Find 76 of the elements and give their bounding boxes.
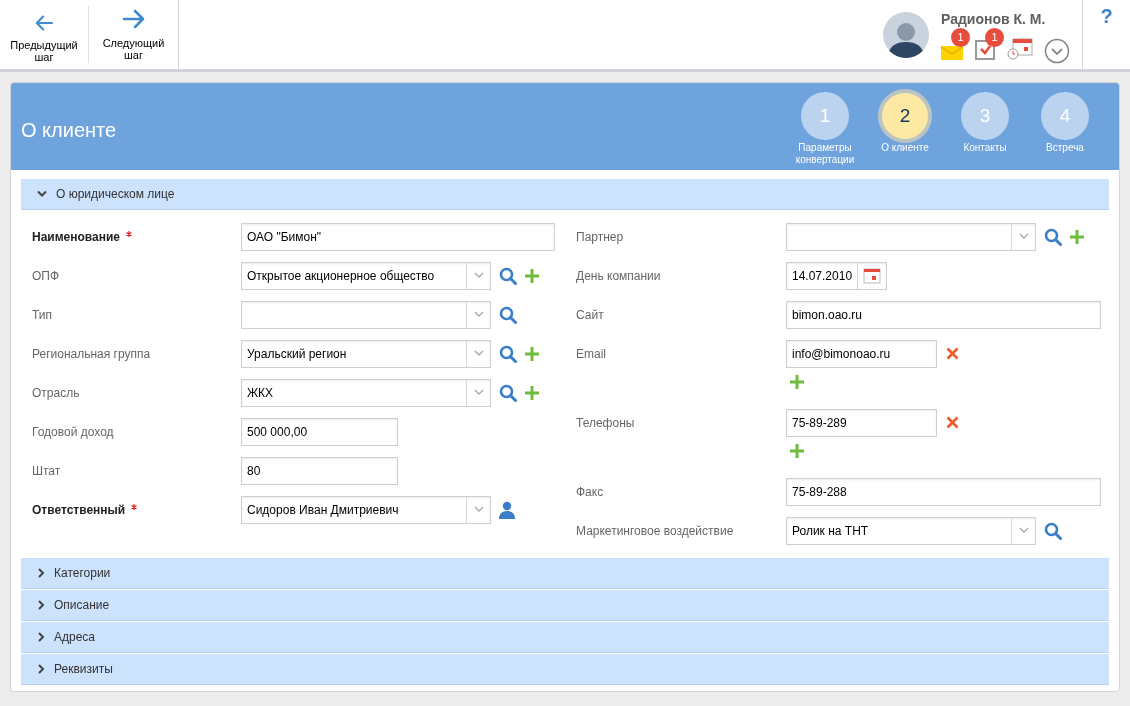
text-input[interactable]: info@bimonoao.ru <box>786 339 937 368</box>
field-label: Тип <box>32 306 52 324</box>
section-header[interactable]: Реквизиты <box>21 654 1109 685</box>
user-name: Радионов К. М. <box>941 11 1047 27</box>
field-label: День компании <box>576 267 661 285</box>
envelope-icon[interactable] <box>941 44 963 60</box>
section-header[interactable]: О юридическом лице <box>21 179 1109 210</box>
step-tab[interactable]: 2 О клиенте <box>865 89 945 166</box>
date-field[interactable]: 14.07.2010 <box>786 261 887 290</box>
chevron-icon[interactable] <box>37 600 45 610</box>
chevron-down-icon[interactable] <box>473 350 484 357</box>
search-icon[interactable] <box>499 383 517 402</box>
notification-badge: 1 <box>951 28 970 47</box>
text-input[interactable]: bimon.oao.ru <box>786 300 1101 329</box>
text-input[interactable]: 75-89-288 <box>786 477 1101 506</box>
field-label: Партнер <box>576 228 624 246</box>
field-label: Региональная группа <box>32 345 151 363</box>
chevron-icon[interactable] <box>37 632 45 642</box>
dropdown-field[interactable]: Ролик на ТНТ <box>786 516 1036 545</box>
field-label: Ответственный <box>32 501 126 519</box>
chevron-down-icon[interactable] <box>473 272 484 279</box>
field-label: Email <box>576 345 606 363</box>
help-button[interactable]: ? <box>1100 4 1113 28</box>
dropdown-field[interactable] <box>241 300 491 329</box>
dropdown-field[interactable]: Открытое акционерное общество <box>241 261 491 290</box>
text-input[interactable]: 75-89-289 <box>786 408 937 437</box>
next-step-button[interactable]: Следующий шаг <box>89 0 178 69</box>
chevron-down-icon[interactable] <box>473 506 484 513</box>
dropdown-icon[interactable] <box>1044 38 1070 64</box>
chevron-icon[interactable] <box>37 664 45 674</box>
search-icon[interactable] <box>499 344 517 363</box>
field-label: Штат <box>32 462 61 480</box>
search-icon[interactable] <box>499 266 517 285</box>
plus-icon[interactable] <box>524 345 540 362</box>
section-header[interactable]: Категории <box>21 558 1109 589</box>
field-label: Телефоны <box>576 414 635 432</box>
plus-icon[interactable] <box>524 384 540 401</box>
dropdown-field[interactable] <box>786 222 1036 251</box>
search-icon[interactable] <box>1044 521 1062 540</box>
section-header[interactable]: Описание <box>21 590 1109 621</box>
search-icon[interactable] <box>1044 227 1062 246</box>
plus-icon[interactable] <box>789 374 805 390</box>
field-label: Отрасль <box>32 384 80 402</box>
field-label: Сайт <box>576 306 604 324</box>
plus-icon[interactable] <box>524 267 540 284</box>
person-icon[interactable] <box>499 500 515 519</box>
search-icon[interactable] <box>499 305 517 324</box>
previous-step-button[interactable]: Предыдущий шаг <box>0 6 89 63</box>
dropdown-field[interactable]: Сидоров Иван Дмитриевич <box>241 495 491 524</box>
delete-icon[interactable] <box>946 347 959 360</box>
notification-badge: 1 <box>985 28 1004 47</box>
field-label: Наименование <box>32 228 121 246</box>
text-input[interactable]: ОАО "Бимон" <box>241 222 555 251</box>
text-input[interactable]: 80 <box>241 456 398 485</box>
dropdown-field[interactable]: ЖКХ <box>241 378 491 407</box>
arrow-right-icon[interactable] <box>121 9 146 29</box>
plus-icon[interactable] <box>1069 228 1085 245</box>
field-label: ОПФ <box>32 267 60 285</box>
calendar-icon[interactable] <box>863 267 882 284</box>
delete-icon[interactable] <box>946 416 959 429</box>
chevron-icon[interactable] <box>37 568 45 578</box>
dropdown-field[interactable]: Уральский регион <box>241 339 491 368</box>
avatar <box>883 12 929 58</box>
chevron-down-icon[interactable] <box>1018 233 1029 240</box>
field-label: Годовой доход <box>32 423 114 441</box>
text-input[interactable]: 500 000,00 <box>241 417 398 446</box>
chevron-icon[interactable] <box>37 190 47 198</box>
section-header[interactable]: Адреса <box>21 622 1109 653</box>
chevron-down-icon[interactable] <box>1018 527 1029 534</box>
field-label: Факс <box>576 483 604 501</box>
page-title: О клиенте <box>21 118 117 143</box>
chevron-down-icon[interactable] <box>473 389 484 396</box>
plus-icon[interactable] <box>789 443 805 459</box>
calendar-clock-icon[interactable] <box>1007 38 1033 60</box>
field-label: Маркетинговое воздействие <box>576 522 734 540</box>
chevron-down-icon[interactable] <box>473 311 484 318</box>
